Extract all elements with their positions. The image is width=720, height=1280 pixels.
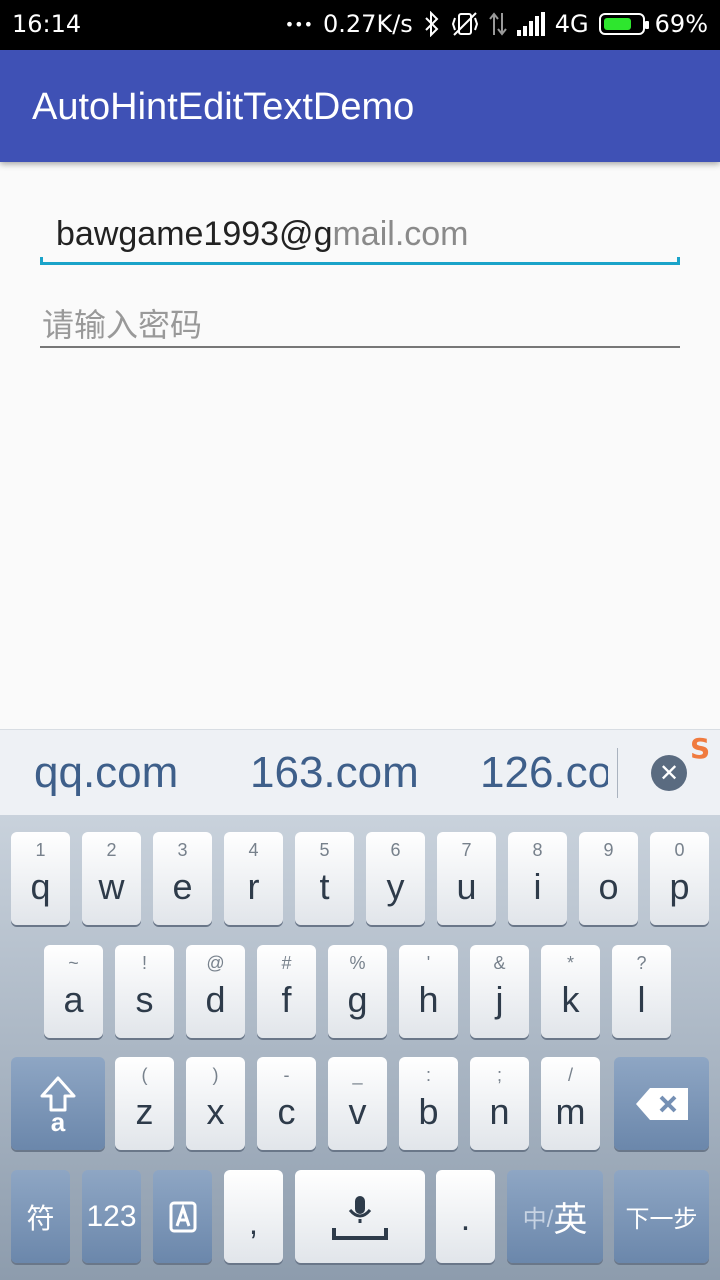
key-q[interactable]: 1q: [11, 832, 70, 925]
space-key[interactable]: [295, 1170, 425, 1263]
password-field-underline: [40, 346, 680, 348]
next-step-key[interactable]: 下一步: [614, 1170, 709, 1263]
comma-key[interactable]: ,: [224, 1170, 283, 1263]
microphone-icon: [295, 1170, 425, 1263]
app-bar: AutoHintEditTextDemo: [0, 50, 720, 162]
soft-keyboard: 1q 2w 3e 4r 5t 6y 7u 8i 9o 0p ~ a ! s @ d #…: [0, 815, 720, 1280]
close-suggestions-icon[interactable]: ✕: [651, 755, 687, 791]
numeric-key[interactable]: 123: [82, 1170, 141, 1263]
battery-icon: [598, 13, 649, 35]
bluetooth-icon: [423, 10, 441, 38]
data-transfer-icon: [489, 10, 507, 38]
key-c[interactable]: -c: [257, 1057, 316, 1150]
network-type: 4G: [554, 10, 589, 38]
backspace-icon: [614, 1057, 709, 1150]
key-j[interactable]: & j: [470, 945, 529, 1038]
key-x[interactable]: ) x: [186, 1057, 245, 1150]
keyboard-switch-key[interactable]: [153, 1170, 212, 1263]
email-auto-hint: mail.com: [332, 215, 469, 253]
email-field-underline: [40, 257, 680, 265]
key-k[interactable]: * k: [541, 945, 600, 1038]
key-r[interactable]: 4r: [224, 832, 283, 925]
keyboard-switch-icon: [153, 1170, 212, 1263]
suggestion-bar: qq.com 163.com 126.com: [0, 729, 720, 816]
email-field[interactable]: bawgame1993@gmail.com: [40, 205, 680, 265]
key-t[interactable]: 5t: [295, 832, 354, 925]
ime-logo-icon: S: [690, 732, 711, 765]
key-m[interactable]: / m: [541, 1057, 600, 1150]
key-v[interactable]: _ v: [328, 1057, 387, 1150]
key-f[interactable]: # f: [257, 945, 316, 1038]
email-field-text: bawgame1993@gmail.com: [56, 215, 469, 254]
lang-zh-label: 中/: [522, 1206, 554, 1233]
key-y[interactable]: 6y: [366, 832, 425, 925]
key-g[interactable]: % g: [328, 945, 387, 1038]
key-i[interactable]: 8i: [508, 832, 567, 925]
password-field[interactable]: 请输入密码: [40, 292, 680, 348]
key-w[interactable]: 2w: [82, 832, 141, 925]
signal-icon: [516, 10, 545, 38]
status-icons: ••• 0.27K/s 4G 69%: [285, 10, 708, 38]
key-a[interactable]: ~ a: [44, 945, 103, 1038]
more-notifications-dots: •••: [284, 14, 314, 34]
key-n[interactable]: ; n: [470, 1057, 529, 1150]
key-h[interactable]: ' h: [399, 945, 458, 1038]
backspace-key[interactable]: [614, 1057, 709, 1150]
key-o[interactable]: 9o: [579, 832, 638, 925]
key-l[interactable]: ? l: [612, 945, 671, 1038]
key-u[interactable]: 7u: [437, 832, 496, 925]
shift-label: a: [50, 1107, 66, 1137]
key-s[interactable]: ! s: [115, 945, 174, 1038]
key-d[interactable]: @ d: [186, 945, 245, 1038]
status-time: 16:14: [12, 10, 82, 38]
key-p[interactable]: 0p: [650, 832, 709, 925]
key-e[interactable]: 3e: [153, 832, 212, 925]
password-placeholder: 请输入密码: [42, 306, 203, 344]
status-bar: 16:14 ••• 0.27K/s 4G 69%: [0, 0, 720, 50]
shift-key[interactable]: a: [11, 1057, 105, 1150]
language-toggle-key[interactable]: 中/英: [507, 1170, 603, 1263]
battery-percent: 69%: [654, 10, 708, 38]
key-b[interactable]: :b: [399, 1057, 458, 1150]
suggestion-163[interactable]: 163.com: [250, 748, 419, 798]
symbol-key[interactable]: 符: [11, 1170, 70, 1263]
key-z[interactable]: (z: [115, 1057, 174, 1150]
period-key[interactable]: .: [436, 1170, 495, 1263]
vibrate-icon: [451, 10, 479, 38]
app-title: AutoHintEditTextDemo: [32, 86, 415, 128]
suggestion-qq[interactable]: qq.com: [34, 748, 178, 798]
network-speed: 0.27K/s: [323, 10, 413, 38]
suggestion-divider: [617, 748, 618, 798]
lang-en-label: 英: [553, 1201, 588, 1239]
email-typed-text: bawgame1993@g: [56, 215, 333, 253]
suggestion-126[interactable]: 126.com: [480, 748, 608, 798]
